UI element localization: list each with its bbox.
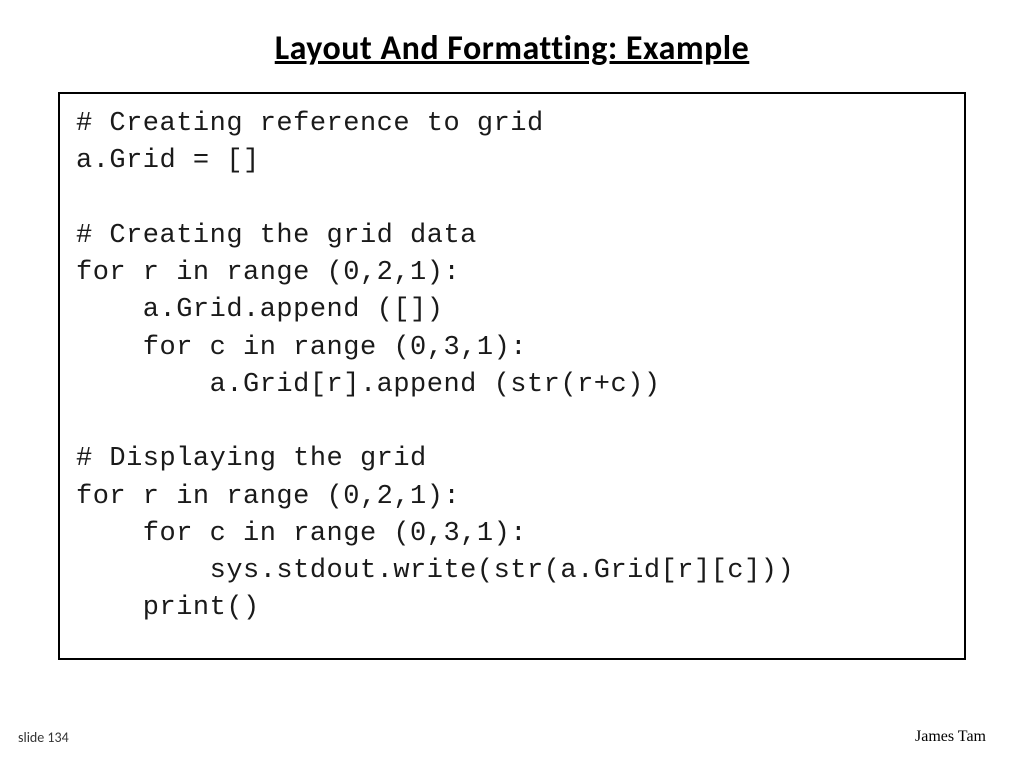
slide: Layout And Formatting: Example # Creatin… xyxy=(0,0,1024,768)
author-name: James Tam xyxy=(915,728,986,746)
code-box: # Creating reference to grid a.Grid = []… xyxy=(58,92,966,660)
slide-title: Layout And Formatting: Example xyxy=(0,28,1024,69)
code-block: # Creating reference to grid a.Grid = []… xyxy=(76,106,948,628)
slide-number: slide 134 xyxy=(18,729,69,746)
